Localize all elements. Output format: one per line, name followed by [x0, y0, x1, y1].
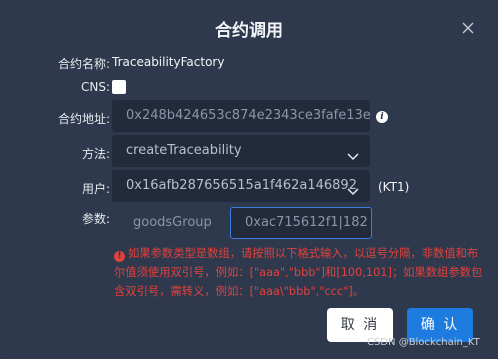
cns-checkbox[interactable]	[112, 80, 126, 94]
user-select-value: 0x16afb287656515a1f462a146892	[126, 178, 357, 193]
array-format-hint: ! 如果参数类型是数组，请按照以下格式输入，以逗号分隔，非数值和布尔值须使用双引号…	[114, 244, 486, 301]
contract-address-label: 合约地址:	[57, 112, 110, 126]
params-label: 参数:	[81, 212, 110, 226]
contract-call-dialog: 合约调用 合约名称: TraceabilityFactory CNS: 合约地址…	[0, 0, 498, 359]
method-select-value: createTraceability	[126, 143, 242, 158]
method-select[interactable]: createTraceability	[112, 135, 370, 167]
cns-label: CNS:	[80, 80, 110, 94]
user-select[interactable]: 0x16afb287656515a1f462a146892	[112, 170, 370, 202]
param-value-input[interactable]: 0xac715612f1|182	[230, 207, 372, 239]
contract-name-label: 合约名称:	[57, 57, 110, 71]
contract-name-value: TraceabilityFactory	[112, 55, 225, 69]
array-format-hint-text: 如果参数类型是数组，请按照以下格式输入，以逗号分隔，非数值和布尔值须使用双引号，…	[114, 247, 483, 298]
param-name: goodsGroup	[118, 207, 226, 239]
contract-address-input[interactable]: 0x248b424653c874e2343ce3fafe13e	[112, 100, 370, 132]
user-label: 用户:	[81, 182, 110, 196]
info-icon[interactable]: i	[376, 111, 388, 123]
method-label: 方法:	[81, 147, 110, 161]
close-icon[interactable]	[460, 20, 476, 36]
watermark: CSDN @Blockchain_KT	[367, 337, 480, 348]
user-tag: (KT1)	[378, 180, 410, 194]
chevron-down-icon	[346, 179, 360, 196]
chevron-down-icon	[346, 144, 360, 161]
warning-icon: !	[114, 251, 125, 262]
dialog-title: 合约调用	[215, 21, 283, 41]
